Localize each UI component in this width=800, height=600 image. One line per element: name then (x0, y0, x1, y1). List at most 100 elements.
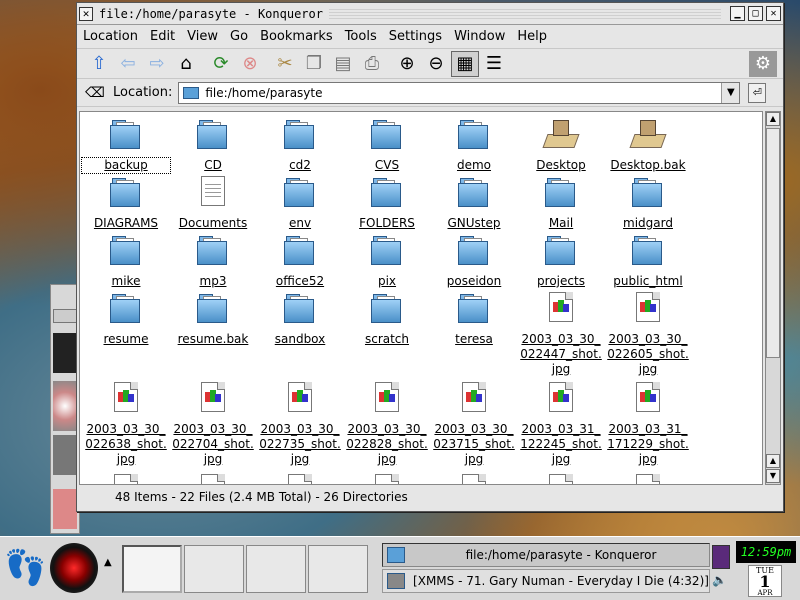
forward-icon[interactable]: ⇨ (143, 51, 171, 77)
print-icon[interactable]: ⎙ (358, 51, 386, 77)
title-bar[interactable]: ✕ file:/home/parasyte - Konqueror ▁ □ ✕ (77, 3, 783, 25)
scroll-down-button[interactable]: ▼ (766, 469, 780, 483)
file-item[interactable]: 2003_03_30_ 022605_shot. jpg (604, 290, 692, 377)
file-item-partial[interactable] (430, 472, 518, 484)
back-icon[interactable]: ⇦ (114, 51, 142, 77)
task-konqueror[interactable]: file:/home/parasyte - Konqueror (382, 543, 710, 567)
up-arrow-icon[interactable]: ⇧ (85, 51, 113, 77)
go-button[interactable]: ⏎ (748, 82, 767, 103)
copy-icon[interactable]: ❐ (300, 51, 328, 77)
file-item-partial[interactable] (517, 472, 605, 484)
close-button[interactable]: ✕ (766, 6, 781, 21)
menu-go[interactable]: Go (230, 29, 248, 44)
file-item[interactable]: public_html (604, 232, 692, 289)
menu-window[interactable]: Window (454, 29, 505, 44)
file-item[interactable]: 2003_03_31_ 122245_shot. jpg (517, 380, 605, 467)
location-input[interactable]: file:/home/parasyte ▼ (178, 81, 741, 104)
zoom-in-icon[interactable]: ⊕ (393, 51, 421, 77)
scroll-up-button[interactable]: ▲ (766, 112, 780, 126)
file-item[interactable]: office52 (256, 232, 344, 289)
file-item[interactable]: mike (82, 232, 170, 289)
workspace-2[interactable] (184, 545, 244, 593)
clock[interactable]: 12:59pm (736, 541, 796, 563)
maximize-button[interactable]: □ (748, 6, 763, 21)
detailed-view-icon[interactable]: ☰ (480, 51, 508, 77)
menu-help[interactable]: Help (517, 29, 547, 44)
zoom-out-icon[interactable]: ⊖ (422, 51, 450, 77)
file-item[interactable]: Desktop.bak (604, 116, 692, 173)
home-icon[interactable]: ⌂ (172, 51, 200, 77)
hal-eye-icon[interactable] (50, 543, 98, 593)
file-item[interactable]: projects (517, 232, 605, 289)
minimize-button[interactable]: ▁ (730, 6, 745, 21)
scroll-up-button-lower[interactable]: ▲ (766, 454, 780, 468)
panel-arrow-icon[interactable]: ▲ (104, 557, 118, 587)
vertical-scrollbar[interactable]: ▲ ▲ ▼ (765, 111, 781, 485)
tray-applet[interactable]: 🔈 (712, 545, 730, 595)
file-item[interactable]: env (256, 174, 344, 231)
file-item[interactable]: 2003_03_30_ 022447_shot. jpg (517, 290, 605, 377)
workspace-3[interactable] (246, 545, 306, 593)
file-item[interactable]: poseidon (430, 232, 518, 289)
cut-icon[interactable]: ✂ (271, 51, 299, 77)
menu-tools[interactable]: Tools (345, 29, 377, 44)
file-item[interactable]: midgard (604, 174, 692, 231)
window-menu-button[interactable]: ✕ (79, 6, 93, 21)
file-item[interactable]: 2003_03_31_ 171229_shot. jpg (604, 380, 692, 467)
tools-icon[interactable] (53, 489, 77, 529)
file-item[interactable]: pix (343, 232, 431, 289)
stop-icon[interactable]: ⊗ (236, 51, 264, 77)
file-view[interactable]: backup CD cd2 CVS demo Desktop Desktop.bak DIAG… (79, 111, 763, 485)
file-item[interactable]: FOLDERS (343, 174, 431, 231)
calendar-date[interactable]: TUE 1 APR (748, 565, 782, 597)
location-value[interactable]: file:/home/parasyte (205, 86, 322, 100)
file-item[interactable]: mp3 (169, 232, 257, 289)
file-item[interactable]: DIAGRAMS (82, 174, 170, 231)
file-item[interactable]: teresa (430, 290, 518, 347)
menu-settings[interactable]: Settings (389, 29, 442, 44)
menu-location[interactable]: Location (83, 29, 138, 44)
volume-icon[interactable]: 🔈 (712, 573, 730, 593)
file-item-partial[interactable] (256, 472, 344, 484)
file-item[interactable]: demo (430, 116, 518, 173)
cd-icon[interactable] (53, 381, 77, 431)
menu-bookmarks[interactable]: Bookmarks (260, 29, 333, 44)
file-item[interactable]: resume (82, 290, 170, 347)
chevron-down-icon[interactable]: ▼ (721, 82, 740, 103)
drive-icon[interactable] (53, 435, 77, 475)
file-item[interactable]: resume.bak (169, 290, 257, 347)
file-item-partial[interactable] (343, 472, 431, 484)
file-item-partial[interactable] (169, 472, 257, 484)
file-item[interactable]: 2003_03_30_ 022828_shot. jpg (343, 380, 431, 467)
menu-edit[interactable]: Edit (150, 29, 175, 44)
gnome-foot-icon[interactable]: 👣 (4, 543, 46, 593)
file-item[interactable]: 2003_03_30_ 022638_shot. jpg (82, 380, 170, 467)
workspace-1[interactable] (122, 545, 182, 593)
file-item[interactable]: scratch (343, 290, 431, 347)
task-list: file:/home/parasyte - Konqueror [XMMS - … (382, 543, 710, 597)
menu-view[interactable]: View (187, 29, 218, 44)
file-item[interactable]: Desktop (517, 116, 605, 173)
file-item[interactable]: cd2 (256, 116, 344, 173)
file-item[interactable]: CVS (343, 116, 431, 173)
paste-icon[interactable]: ▤ (329, 51, 357, 77)
file-item[interactable]: GNUstep (430, 174, 518, 231)
file-item[interactable]: 2003_03_30_ 023715_shot. jpg (430, 380, 518, 467)
icon-view-icon[interactable]: ▦ (451, 50, 479, 77)
gear-icon[interactable]: ⚙ (749, 50, 777, 77)
reload-icon[interactable]: ⟳ (207, 51, 235, 77)
workspace-4[interactable] (308, 545, 368, 593)
scroll-thumb[interactable] (766, 128, 780, 358)
file-item[interactable]: 2003_03_30_ 022735_shot. jpg (256, 380, 344, 467)
task-xmms[interactable]: [XMMS - 71. Gary Numan - Everyday I Die … (382, 569, 710, 593)
clear-location-icon[interactable]: ⌫ (83, 85, 107, 101)
file-item-partial[interactable] (604, 472, 692, 484)
file-item[interactable]: sandbox (256, 290, 344, 347)
file-item[interactable]: 2003_03_30_ 022704_shot. jpg (169, 380, 257, 467)
file-item[interactable]: Mail (517, 174, 605, 231)
file-item[interactable]: backup (81, 116, 171, 174)
file-item[interactable]: CD (169, 116, 257, 173)
file-item[interactable]: Documents (169, 174, 257, 231)
file-item-partial[interactable] (82, 472, 170, 484)
background-app-button[interactable] (53, 309, 77, 323)
